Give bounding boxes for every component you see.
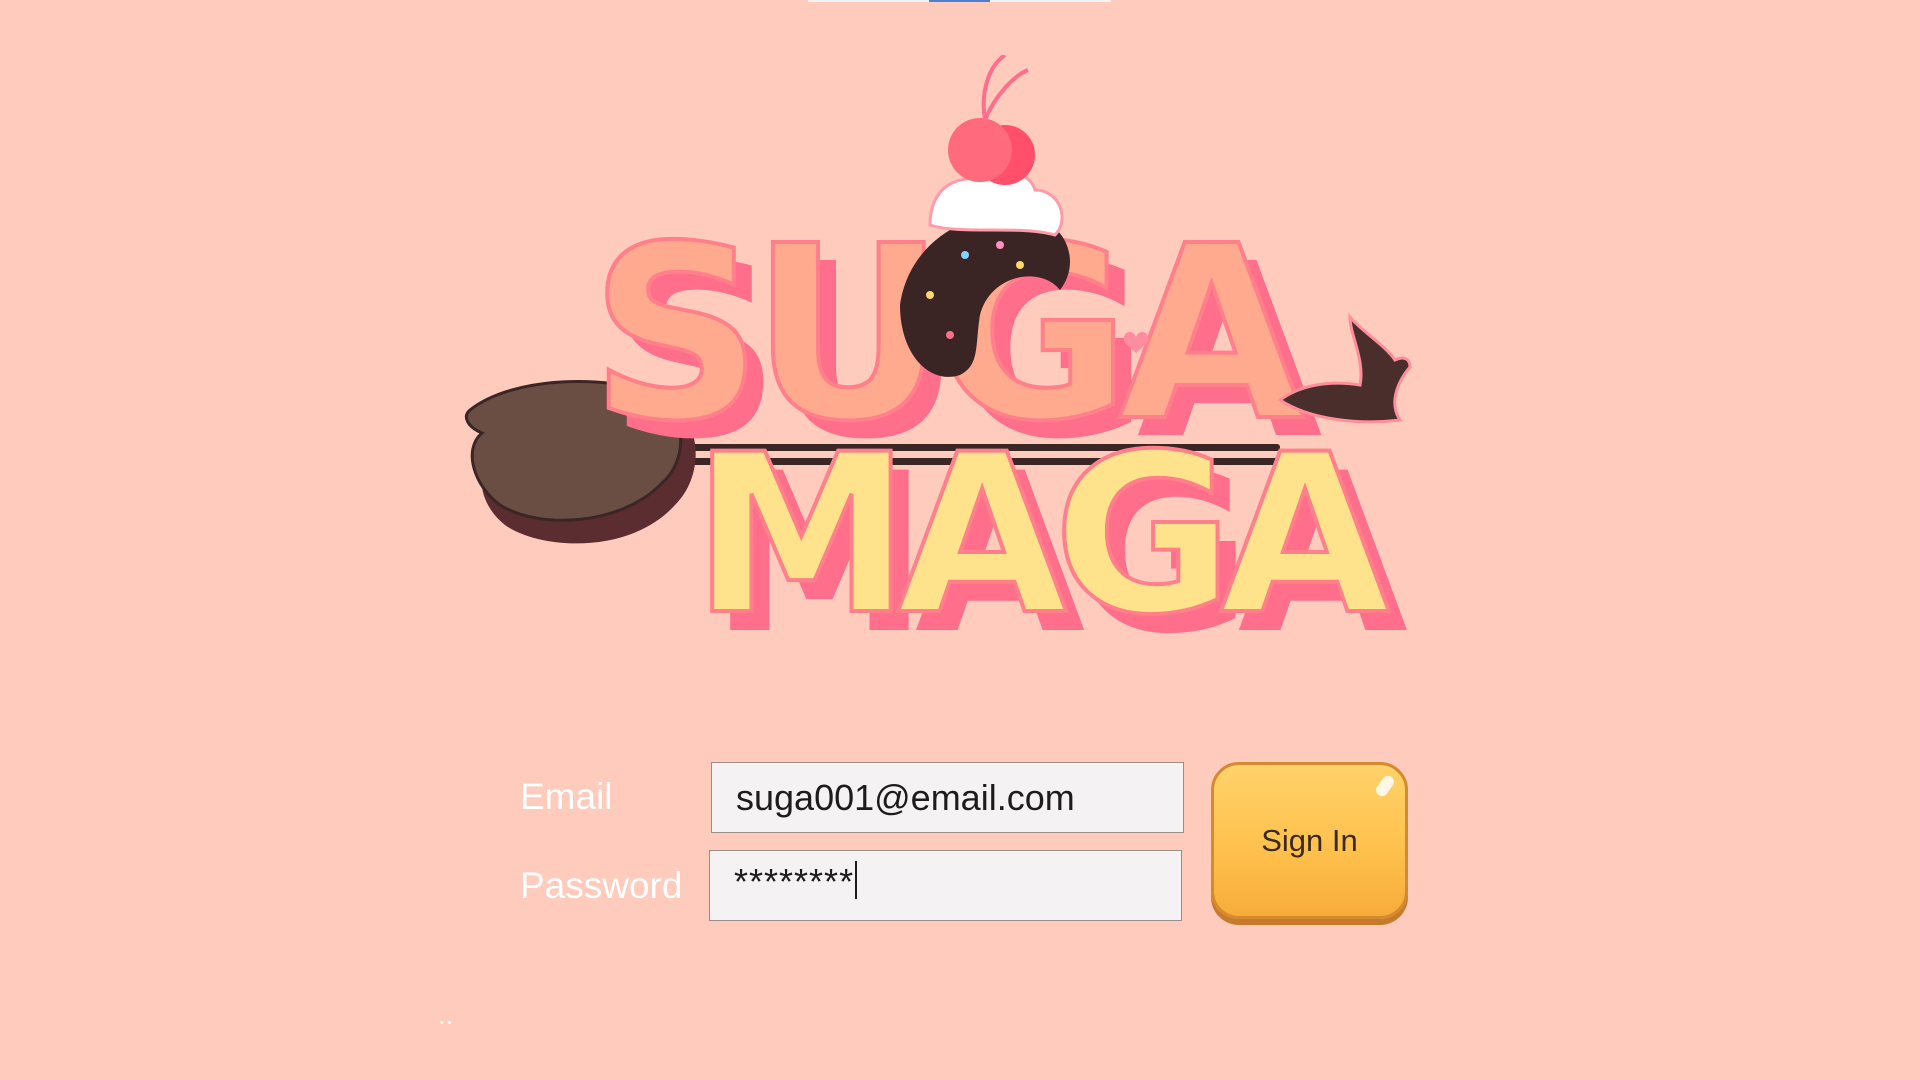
button-shine xyxy=(1373,773,1397,799)
password-field[interactable]: ******** xyxy=(709,850,1182,921)
email-label: Email xyxy=(520,776,613,817)
email-value: suga001@email.com xyxy=(736,776,1075,818)
sign-in-button[interactable]: Sign In xyxy=(1211,762,1408,919)
sign-in-label: Sign In xyxy=(1261,822,1358,858)
top-progress-accent xyxy=(929,0,990,2)
password-label: Password xyxy=(520,865,683,906)
text-caret xyxy=(855,861,858,899)
cherry-icon xyxy=(928,55,1064,237)
email-field[interactable]: suga001@email.com xyxy=(711,762,1184,833)
status-dots: .. xyxy=(438,999,454,1030)
password-value: ******** xyxy=(734,861,855,902)
top-progress-strip xyxy=(808,0,1111,2)
logo-graphic: SUGA SUGA MAGA MAGA xyxy=(465,55,1422,675)
suga-maga-logo: SUGA SUGA MAGA MAGA xyxy=(460,55,1435,675)
logo-maga-text: MAGA xyxy=(692,407,1390,663)
